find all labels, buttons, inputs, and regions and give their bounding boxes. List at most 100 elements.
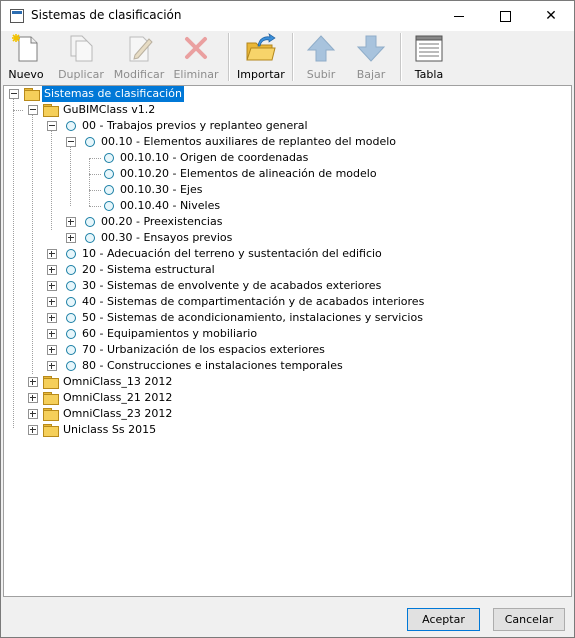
table-icon xyxy=(415,35,443,62)
minimize-icon xyxy=(454,15,464,17)
move-up-button[interactable]: Subir xyxy=(301,31,341,85)
folder-icon xyxy=(43,408,59,421)
toolbar-separator xyxy=(228,33,230,81)
window-app-icon xyxy=(10,9,24,23)
tree-node-label: 70 - Urbanización de los espacios exteri… xyxy=(82,343,325,356)
tree-node-00-10-40[interactable]: 00.10.40 - Niveles xyxy=(4,198,564,214)
tree-node-60[interactable]: 60 - Equipamientos y mobiliario xyxy=(4,326,564,342)
collapse-toggle-icon[interactable] xyxy=(9,89,19,99)
folder-icon xyxy=(43,104,59,117)
expand-toggle-icon[interactable] xyxy=(47,249,57,259)
tree-node-label: 00.30 - Ensayos previos xyxy=(101,231,233,244)
window-title: Sistemas de clasificación xyxy=(31,8,182,22)
tree-node-70[interactable]: 70 - Urbanización de los espacios exteri… xyxy=(4,342,564,358)
class-node-icon xyxy=(66,297,76,307)
duplicate-button-label: Duplicar xyxy=(58,68,104,81)
tree-node-00-10-10[interactable]: 00.10.10 - Origen de coordenadas xyxy=(4,150,564,166)
tree-node-root[interactable]: Sistemas de clasificación xyxy=(4,86,564,102)
tree-node-00-10-30[interactable]: 00.10.30 - Ejes xyxy=(4,182,564,198)
tree-node-label: 50 - Sistemas de acondicionamiento, inst… xyxy=(82,311,423,324)
tree-node-10[interactable]: 10 - Adecuación del terreno y sustentaci… xyxy=(4,246,564,262)
tree-node-00-10-20[interactable]: 00.10.20 - Elementos de alineación de mo… xyxy=(4,166,564,182)
tree-node-label: 10 - Adecuación del terreno y sustentaci… xyxy=(82,247,382,260)
tree-node-80[interactable]: 80 - Construcciones e instalaciones temp… xyxy=(4,358,564,374)
expand-toggle-icon[interactable] xyxy=(47,329,57,339)
tree-node-label: Sistemas de clasificación xyxy=(42,86,184,102)
expand-toggle-icon[interactable] xyxy=(28,393,38,403)
import-button-label: Importar xyxy=(237,68,285,81)
toolbar-separator xyxy=(400,33,402,81)
expand-toggle-icon[interactable] xyxy=(47,281,57,291)
duplicate-button[interactable]: Duplicar xyxy=(56,31,106,85)
tree-node-label: 00.10.40 - Niveles xyxy=(120,199,221,212)
new-document-icon xyxy=(12,34,38,62)
tree-node-uniclass[interactable]: Uniclass Ss 2015 xyxy=(4,422,564,438)
expand-toggle-icon[interactable] xyxy=(28,425,38,435)
tree-node-label: GuBIMClass v1.2 xyxy=(63,103,156,116)
expand-toggle-icon[interactable] xyxy=(47,313,57,323)
collapse-toggle-icon[interactable] xyxy=(28,105,38,115)
tree-node-label: OmniClass_21 2012 xyxy=(63,391,173,404)
close-button[interactable]: ✕ xyxy=(528,1,574,31)
expand-toggle-icon[interactable] xyxy=(28,409,38,419)
modify-button-label: Modificar xyxy=(113,68,165,81)
move-up-button-label: Subir xyxy=(306,68,336,81)
tree-node-00-30[interactable]: 00.30 - Ensayos previos xyxy=(4,230,564,246)
class-node-icon xyxy=(104,201,114,211)
tree-node-label: 00 - Trabajos previos y replanteo genera… xyxy=(82,119,308,132)
tree-node-label: 80 - Construcciones e instalaciones temp… xyxy=(82,359,343,372)
modify-button[interactable]: Modificar xyxy=(113,31,165,85)
class-node-icon xyxy=(85,233,95,243)
expand-toggle-icon[interactable] xyxy=(66,233,76,243)
tree-node-label: 00.10.30 - Ejes xyxy=(120,183,203,196)
cancel-button[interactable]: Cancelar xyxy=(493,608,565,631)
expand-toggle-icon[interactable] xyxy=(47,361,57,371)
import-button[interactable]: Importar xyxy=(237,31,285,85)
tree-node-omniclass-23[interactable]: OmniClass_23 2012 xyxy=(4,406,564,422)
tree-node-label: Uniclass Ss 2015 xyxy=(63,423,157,436)
toolbar: Nuevo Duplicar Modificar Eliminar Import… xyxy=(1,31,574,85)
tree-node-30[interactable]: 30 - Sistemas de envolvente y de acabado… xyxy=(4,278,564,294)
class-node-icon xyxy=(66,249,76,259)
expand-toggle-icon[interactable] xyxy=(47,265,57,275)
tree-node-label: 00.10.10 - Origen de coordenadas xyxy=(120,151,309,164)
tree-node-00-10[interactable]: 00.10 - Elementos auxiliares de replante… xyxy=(4,134,564,150)
tree-node-omniclass-13[interactable]: OmniClass_13 2012 xyxy=(4,374,564,390)
tree-node-label: 30 - Sistemas de envolvente y de acabado… xyxy=(82,279,382,292)
expand-toggle-icon[interactable] xyxy=(47,345,57,355)
maximize-button[interactable] xyxy=(482,1,528,31)
move-down-button[interactable]: Bajar xyxy=(351,31,391,85)
tree-node-50[interactable]: 50 - Sistemas de acondicionamiento, inst… xyxy=(4,310,564,326)
dialog-window: Sistemas de clasificación ✕ Nuevo Duplic… xyxy=(0,0,575,638)
tree-node-00-20[interactable]: 00.20 - Preexistencias xyxy=(4,214,564,230)
arrow-down-icon xyxy=(356,35,386,62)
accept-button[interactable]: Aceptar xyxy=(407,608,480,631)
expand-toggle-icon[interactable] xyxy=(66,217,76,227)
tree-node-label: 60 - Equipamientos y mobiliario xyxy=(82,327,258,340)
class-node-icon xyxy=(104,185,114,195)
folder-icon xyxy=(43,424,59,437)
move-down-button-label: Bajar xyxy=(356,68,386,81)
delete-button[interactable]: Eliminar xyxy=(173,31,219,85)
expand-toggle-icon[interactable] xyxy=(47,297,57,307)
close-icon: ✕ xyxy=(545,8,557,24)
table-button[interactable]: Tabla xyxy=(408,31,450,85)
tree-node-omniclass-21[interactable]: OmniClass_21 2012 xyxy=(4,390,564,406)
tree-node-00[interactable]: 00 - Trabajos previos y replanteo genera… xyxy=(4,118,564,134)
tree-node-gubimclass[interactable]: GuBIMClass v1.2 xyxy=(4,102,564,118)
tree-node-40[interactable]: 40 - Sistemas de compartimentación y de … xyxy=(4,294,564,310)
new-button[interactable]: Nuevo xyxy=(5,31,47,85)
collapse-toggle-icon[interactable] xyxy=(47,121,57,131)
expand-toggle-icon[interactable] xyxy=(28,377,38,387)
folder-icon xyxy=(43,376,59,389)
toolbar-separator xyxy=(292,33,294,81)
classification-tree[interactable]: Sistemas de clasificación GuBIMClass v1.… xyxy=(3,85,572,597)
new-button-label: Nuevo xyxy=(8,68,44,81)
minimize-button[interactable] xyxy=(436,1,482,31)
class-node-icon xyxy=(66,121,76,131)
collapse-toggle-icon[interactable] xyxy=(66,137,76,147)
class-node-icon xyxy=(104,153,114,163)
tree-node-20[interactable]: 20 - Sistema estructural xyxy=(4,262,564,278)
title-bar[interactable]: Sistemas de clasificación ✕ xyxy=(1,1,574,31)
class-node-icon xyxy=(85,217,95,227)
